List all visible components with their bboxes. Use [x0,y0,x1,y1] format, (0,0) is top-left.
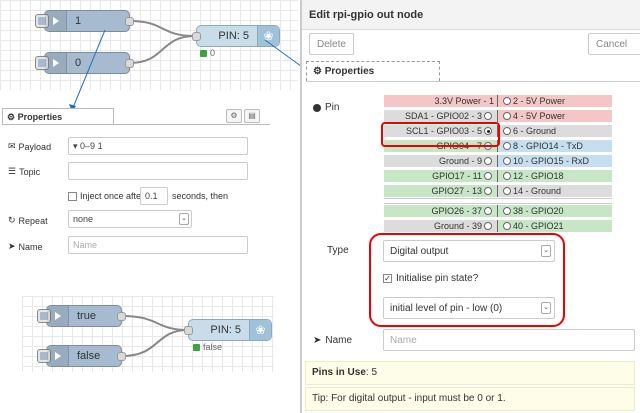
pin-radio[interactable] [503,97,511,105]
pin-right[interactable]: 10 - GPIO15 - RxD [498,155,612,167]
output-port[interactable] [117,312,126,321]
delete-button[interactable]: Delete [309,33,354,55]
pin-left[interactable]: GPIO26 - 37 [384,205,498,217]
type-label: Type [327,245,349,256]
pin-label: Pin [313,102,339,113]
selected-pin-highlight [381,122,500,147]
pin-left[interactable]: Ground - 9 [384,155,498,167]
pin-left[interactable]: 3.3V Power - 1 [384,95,498,107]
pin-radio[interactable] [503,142,511,150]
pin-radio[interactable] [503,222,511,230]
pin-right-label: 40 - GPIO21 [513,221,564,231]
name-label: ➤ Name [313,335,353,346]
pin-radio[interactable] [503,172,511,180]
pin-right[interactable]: 38 - GPIO20 [498,205,612,217]
pin-row[interactable]: GPIO17 - 11 12 - GPIO18 [384,170,612,182]
pin-row[interactable]: 3.3V Power - 1 2 - 5V Power [384,95,612,107]
pin-left-label: GPIO17 - 11 [432,171,482,181]
pin-right[interactable]: 2 - 5V Power [498,95,612,107]
pin-left[interactable]: Ground - 39 [384,220,498,232]
pin-right-label: 4 - 5V Power [513,111,566,121]
type-highlight [369,233,565,327]
pin-radio[interactable] [484,222,492,230]
inject-node-false[interactable]: false [37,345,126,367]
pin-right[interactable]: 6 - Ground [498,125,612,137]
pin-right-label: 8 - GPIO14 - TxD [513,141,583,151]
pin-left[interactable]: SDA1 - GPIO02 - 3 [384,110,498,122]
pin-radio[interactable] [484,172,492,180]
pin-left-label: GPIO27 - 13 [431,186,482,196]
pin-right[interactable]: 8 - GPIO14 - TxD [498,140,612,152]
inject-label: false [77,350,101,362]
pin-left[interactable]: GPIO17 - 11 [384,170,498,182]
pin-row[interactable]: GPIO27 - 13 14 - Ground [384,185,612,197]
pin-right[interactable]: 12 - GPIO18 [498,170,612,182]
name-field[interactable]: Name [383,329,635,351]
cancel-button[interactable]: Cancel [588,33,640,55]
pin-left-label: 3.3V Power - 1 [434,96,494,106]
pin-right-label: 6 - Ground [513,126,557,136]
node-status: false [193,342,222,352]
pin-radio[interactable] [503,112,511,120]
pin-left-label: GPIO26 - 37 [431,206,482,216]
arrow-icon [47,306,69,326]
pin-right[interactable]: 14 - Ground [498,185,612,197]
gpio-out-node-bottom[interactable]: PIN: 5 ❀ [184,319,272,341]
raspberry-pi-icon: ❀ [249,320,271,340]
properties-tab[interactable]: ⚙ Properties [306,61,440,81]
pin-right-label: 12 - GPIO18 [513,171,564,181]
tip-box: Tip: For digital output - input must be … [305,387,635,411]
pin-left-label: Ground - 39 [433,221,482,231]
pin-right[interactable]: 4 - 5V Power [498,110,612,122]
tab-divider [306,81,640,82]
inject-node-true[interactable]: true [37,305,126,327]
gpio-out-label: PIN: 5 [210,324,241,336]
pin-radio[interactable] [503,127,511,135]
status-dot-icon [193,343,200,351]
dot-icon [313,103,321,112]
pin-radio[interactable] [484,187,492,195]
edit-panel-title: Edit rpi-gpio out node [302,0,640,30]
arrow-icon [47,346,69,366]
pin-list-scroll-gap [384,198,612,204]
pins-in-use-box: Pins in Use: 5 [305,361,635,385]
inject-label: true [77,310,96,322]
pin-right-label: 10 - GPIO15 - RxD [513,156,590,166]
pin-radio[interactable] [484,112,492,120]
pin-left-label: SDA1 - GPIO02 - 3 [404,111,482,121]
pin-right-label: 2 - 5V Power [513,96,566,106]
pin-right[interactable]: 40 - GPIO21 [498,220,612,232]
pin-radio[interactable] [484,157,492,165]
pin-radio[interactable] [503,187,511,195]
pin-radio[interactable] [503,207,511,215]
pin-left-label: Ground - 9 [438,156,482,166]
output-port[interactable] [117,352,126,361]
pin-row[interactable]: Ground - 9 10 - GPIO15 - RxD [384,155,612,167]
pin-right-label: 38 - GPIO20 [513,206,564,216]
pin-radio[interactable] [484,207,492,215]
input-port[interactable] [184,326,193,335]
pin-row[interactable]: GPIO26 - 37 38 - GPIO20 [384,205,612,217]
pin-row[interactable]: Ground - 39 40 - GPIO21 [384,220,612,232]
pin-left[interactable]: GPIO27 - 13 [384,185,498,197]
pin-radio[interactable] [503,157,511,165]
pin-row[interactable]: SDA1 - GPIO02 - 3 4 - 5V Power [384,110,612,122]
pin-right-label: 14 - Ground [513,186,562,196]
